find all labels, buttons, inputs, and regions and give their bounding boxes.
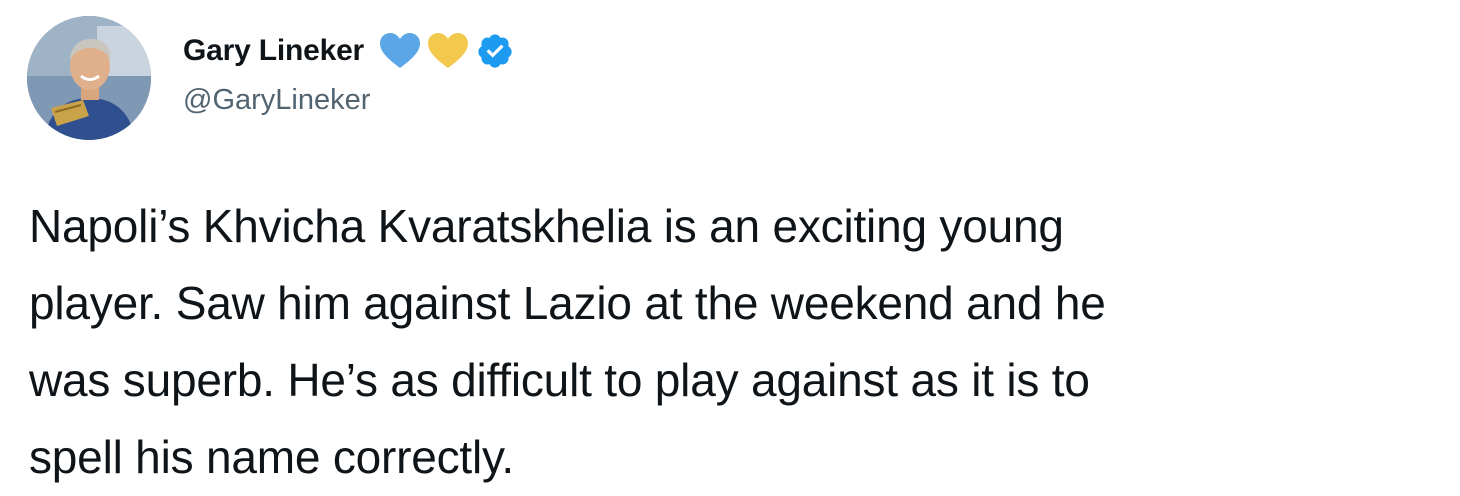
avatar-image <box>27 16 151 140</box>
verified-badge-icon[interactable] <box>476 32 514 70</box>
tweet-text-line: spell his name correctly. <box>29 431 514 483</box>
tweet-card: Gary Lineker @GaryLineker Napoli’s Khvic… <box>0 0 1460 483</box>
author-name-row: Gary Lineker <box>183 30 514 72</box>
tweet-text: Napoli’s Khvicha Kvaratskhelia is an exc… <box>29 188 1449 496</box>
badges <box>378 32 514 70</box>
tweet-text-line: Napoli’s Khvicha Kvaratskhelia is an exc… <box>29 200 1064 252</box>
yellow-heart-icon <box>428 33 469 68</box>
author-handle[interactable]: @GaryLineker <box>183 84 370 117</box>
avatar[interactable] <box>27 16 151 140</box>
display-name[interactable]: Gary Lineker <box>183 34 364 68</box>
tweet-text-line: player. Saw him against Lazio at the wee… <box>29 277 1106 329</box>
tweet-text-line: was superb. He’s as difficult to play ag… <box>29 354 1090 406</box>
blue-heart-icon <box>380 33 421 68</box>
